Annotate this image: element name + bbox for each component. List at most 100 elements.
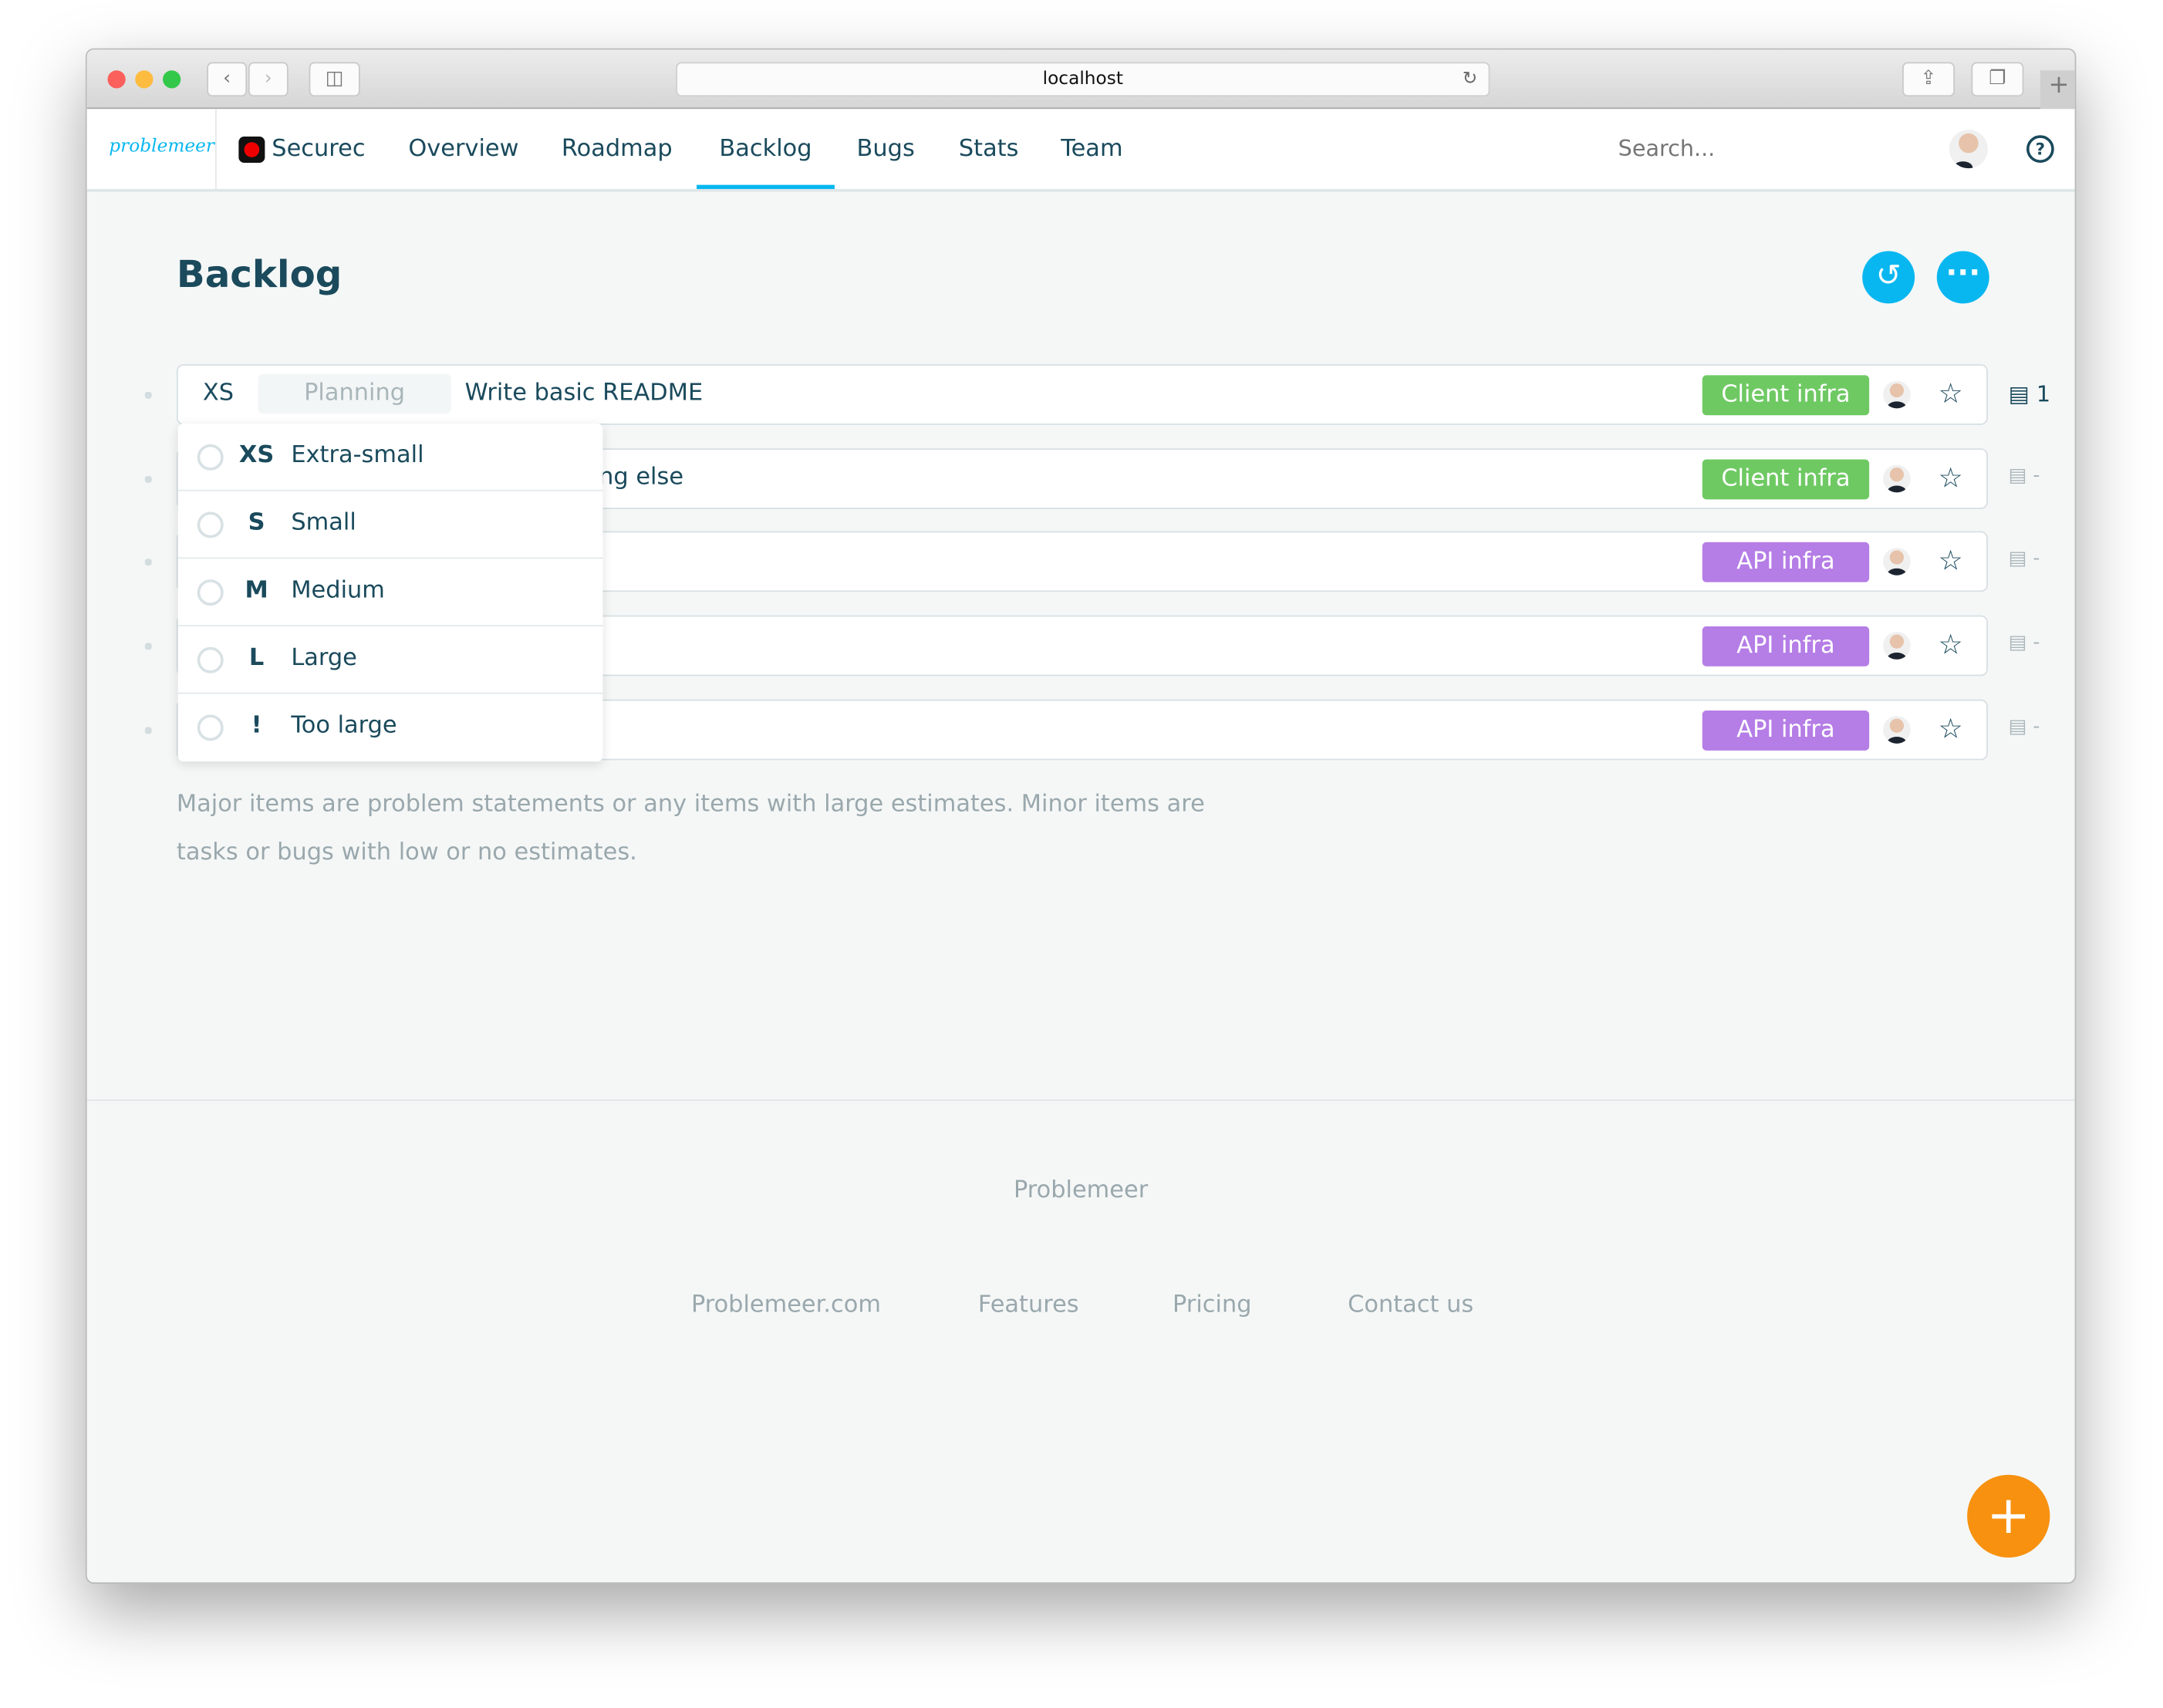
comment-icon: ▤ [2008,380,2030,407]
drag-handle[interactable] [144,727,152,734]
comments-count[interactable]: ▤ 1 [2009,381,2050,407]
size-option-xs[interactable]: XS Extra-small [177,424,603,491]
drag-handle[interactable] [144,475,152,483]
item-title[interactable]: Write basic README [465,380,704,407]
page-title: Backlog [176,254,343,297]
size-code: XS [238,441,275,470]
footer-link-features[interactable]: Features [978,1291,1079,1319]
comment-count-text: - [2033,632,2040,654]
size-code: S [248,508,265,537]
size-label: Large [291,644,357,672]
radio-icon[interactable] [197,511,224,538]
drag-handle[interactable] [144,643,152,650]
comment-icon: ▤ [2008,464,2027,488]
top-nav: problemeer Securec Overview Roadmap Back… [86,109,2075,192]
url-text: localhost [1042,69,1123,90]
tag-label[interactable]: API infra [1702,710,1870,751]
size-label: Extra-small [291,441,424,470]
address-bar[interactable]: localhost ↻ [676,62,1490,97]
maximize-window-button[interactable] [163,70,181,89]
forward-icon[interactable]: › [248,62,289,97]
close-window-button[interactable] [107,70,126,89]
size-button[interactable]: XS [203,380,234,407]
project-icon [238,137,265,164]
footer-divider [86,1099,2075,1102]
size-option-l[interactable]: L Large [177,626,603,694]
star-icon[interactable]: ☆ [1939,461,1963,494]
assignee-avatar[interactable] [1883,716,1911,744]
help-icon[interactable]: ? [2026,135,2054,164]
project-name: Securec [272,135,366,164]
tab-team[interactable]: Team [1061,109,1122,189]
size-label: Medium [291,576,385,605]
comment-icon: ▤ [2008,632,2027,654]
star-icon[interactable]: ☆ [1939,544,1963,577]
comment-icon: ▤ [2008,716,2027,738]
new-tab-button[interactable]: + [2040,70,2075,110]
footer-link-pricing[interactable]: Pricing [1173,1291,1251,1319]
undo-button[interactable]: ↺ [1862,251,1915,304]
tab-roadmap[interactable]: Roadmap [562,109,673,189]
comment-count-text: - [2033,547,2040,570]
comments-count[interactable]: ▤ - [2009,632,2040,654]
assignee-avatar[interactable] [1883,632,1911,660]
star-icon[interactable]: ☆ [1939,712,1963,745]
drag-handle[interactable] [144,391,152,399]
tag-label[interactable]: API infra [1702,626,1870,667]
add-item-button[interactable]: + [1967,1474,2050,1558]
tab-backlog[interactable]: Backlog [697,109,835,189]
tab-overview[interactable]: Overview [408,109,518,189]
size-label: Too large [291,711,397,740]
assignee-avatar[interactable] [1883,464,1911,493]
back-icon[interactable]: ‹ [207,62,248,97]
size-code: ! [251,711,262,740]
title-bar: ‹ › ◫ localhost ↻ ⇪ ❐ + [86,49,2075,110]
size-dropdown: XS Extra-small S Small M Medium L Large … [177,424,603,762]
comments-count[interactable]: ▤ - [2009,465,2040,488]
radio-icon[interactable] [197,646,224,673]
comments-count[interactable]: ▤ - [2009,548,2040,570]
size-code: L [248,644,265,672]
tag-label[interactable]: Client infra [1702,375,1870,416]
assignee-avatar[interactable] [1883,380,1911,409]
tab-bugs[interactable]: Bugs [857,109,915,189]
more-options-button[interactable]: ··· [1936,251,1989,304]
divider [214,109,217,189]
radio-icon[interactable] [197,444,224,471]
size-code: M [245,576,268,605]
size-option-too-large[interactable]: ! Too large [178,694,603,762]
comment-count-text: - [2033,716,2040,738]
footer-brand: Problemeer [1014,1176,1149,1205]
project-selector[interactable]: Securec [238,109,366,189]
drag-handle[interactable] [144,559,152,566]
reload-icon[interactable]: ↻ [1463,63,1478,96]
status-badge[interactable]: Planning [258,373,451,414]
item-title[interactable]: ng else [599,464,683,491]
comments-count[interactable]: ▤ - [2009,716,2040,738]
comment-icon: ▤ [2008,547,2027,570]
sidebar-toggle-icon[interactable]: ◫ [309,62,360,97]
logo[interactable]: problemeer [109,137,214,157]
size-label: Small [291,508,356,537]
footer-link-contact[interactable]: Contact us [1348,1291,1473,1319]
star-icon[interactable]: ☆ [1939,376,1963,410]
share-icon[interactable]: ⇪ [1902,62,1955,97]
tag-label[interactable]: Client infra [1702,459,1870,500]
assignee-avatar[interactable] [1883,547,1911,576]
star-icon[interactable]: ☆ [1939,628,1963,661]
backlog-row[interactable]: XS Planning Write basic README Client inf… [176,364,1988,425]
comment-count-text: - [2033,464,2040,488]
search-input[interactable] [1618,128,1895,167]
tab-stats[interactable]: Stats [959,109,1019,189]
tabs-icon[interactable]: ❐ [1971,62,2024,97]
radio-icon[interactable] [197,579,224,606]
user-avatar[interactable] [1949,130,1988,169]
minimize-window-button[interactable] [135,70,154,89]
size-option-s[interactable]: S Small [177,491,603,559]
radio-icon[interactable] [197,714,224,741]
tag-label[interactable]: API infra [1702,542,1870,582]
comment-count-text: 1 [2036,380,2051,407]
footer-link-problemeer[interactable]: Problemeer.com [691,1291,881,1319]
backlog-note-line2: tasks or bugs with low or no estimates. [176,839,637,867]
size-option-m[interactable]: M Medium [177,559,603,626]
